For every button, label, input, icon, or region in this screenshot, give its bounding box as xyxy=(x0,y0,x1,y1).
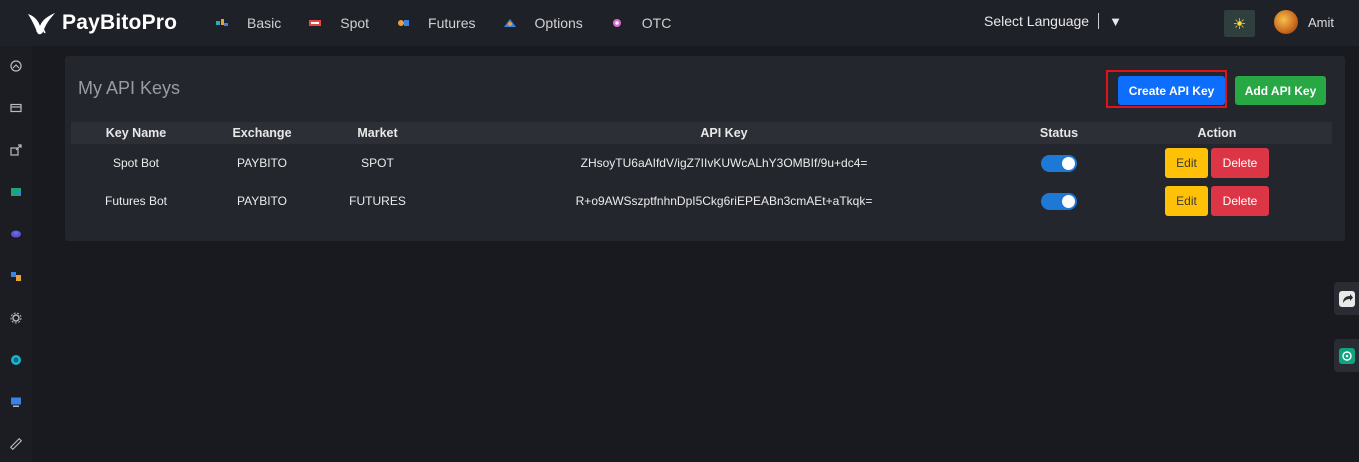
api-key-cell: R+o9AWSszptfnhnDpI5Ckg6riEPEABn3cmAEt+aT… xyxy=(575,194,873,208)
exchange-icon[interactable] xyxy=(10,270,22,282)
table-row: Futures Bot PAYBITO FUTURES R+o9AWSszptf… xyxy=(71,182,1332,220)
nav-item-options[interactable]: Options xyxy=(503,15,583,31)
transfer-icon[interactable] xyxy=(10,144,22,156)
sun-icon: ☀ xyxy=(1232,15,1247,33)
edit-button[interactable]: Edit xyxy=(1165,148,1208,178)
action-cell: Edit Delete xyxy=(1102,182,1332,220)
nav-item-basic[interactable]: Basic xyxy=(216,15,281,31)
column-header-market: Market xyxy=(357,126,398,140)
main-nav: Basic Spot Futures Options OTC xyxy=(216,0,699,46)
column-header-status: Status xyxy=(1039,126,1079,140)
add-api-key-button[interactable]: Add API Key xyxy=(1235,76,1326,105)
create-api-key-button[interactable]: Create API Key xyxy=(1118,76,1225,105)
basic-icon xyxy=(216,19,228,26)
nav-label-otc: OTC xyxy=(641,15,672,31)
status-cell xyxy=(1016,182,1102,220)
ruler-icon[interactable] xyxy=(10,438,22,450)
share-icon xyxy=(1338,290,1355,307)
nav-item-futures[interactable]: Futures xyxy=(397,15,476,31)
dashboard-icon[interactable] xyxy=(10,60,22,72)
chat-float-button[interactable] xyxy=(1334,339,1359,372)
futures-icon xyxy=(398,20,410,26)
market-cell: FUTURES xyxy=(349,194,406,208)
avatar[interactable] xyxy=(1274,10,1298,34)
chevron-down-icon: ▼ xyxy=(1109,13,1122,29)
theme-toggle-button[interactable]: ☀ xyxy=(1224,10,1255,37)
monitor-icon[interactable] xyxy=(10,396,22,408)
share-float-button[interactable] xyxy=(1334,282,1359,315)
nav-item-otc[interactable]: OTC xyxy=(611,15,672,31)
api-keys-table: Key Name Exchange Market API Key Status … xyxy=(71,122,1332,220)
delete-button[interactable]: Delete xyxy=(1211,186,1269,216)
column-header-api-key: API Key xyxy=(700,126,748,140)
sidebar xyxy=(0,46,32,462)
target-icon[interactable] xyxy=(10,354,22,366)
nav-item-spot[interactable]: Spot xyxy=(309,15,369,31)
otc-icon xyxy=(612,19,621,27)
exchange-cell: PAYBITO xyxy=(236,156,287,170)
options-icon xyxy=(503,19,516,27)
brand-logo[interactable]: PayBitoPro xyxy=(26,10,177,36)
column-header-key-name: Key Name xyxy=(105,126,167,140)
table-row: Spot Bot PAYBITO SPOT ZHsoyTU6aAIfdV/igZ… xyxy=(71,144,1332,182)
top-navbar: PayBitoPro Basic Spot Futures Options OT… xyxy=(0,0,1359,46)
api-keys-card: My API Keys Create API Key Add API Key K… xyxy=(65,56,1345,241)
column-header-exchange: Exchange xyxy=(232,126,292,140)
language-divider xyxy=(1098,13,1100,29)
status-toggle[interactable] xyxy=(1041,154,1077,172)
nav-label-options: Options xyxy=(534,15,583,31)
key-name-cell: Futures Bot xyxy=(104,194,168,208)
nav-label-spot: Spot xyxy=(340,15,370,31)
edit-button[interactable]: Edit xyxy=(1165,186,1208,216)
status-toggle[interactable] xyxy=(1041,192,1077,210)
exchange-cell: PAYBITO xyxy=(236,194,287,208)
language-label: Select Language xyxy=(984,13,1090,29)
market-cell: SPOT xyxy=(361,156,394,170)
wallet-icon[interactable] xyxy=(10,186,22,198)
nav-label-basic: Basic xyxy=(247,15,282,31)
language-selector[interactable]: Select Language ▼ xyxy=(984,13,1122,29)
page-title: My API Keys xyxy=(78,78,181,98)
spot-icon xyxy=(309,20,322,26)
bird-logo-icon xyxy=(28,13,55,35)
nav-label-futures: Futures xyxy=(428,15,476,31)
action-cell: Edit Delete xyxy=(1102,144,1332,182)
brand-name: PayBitoPro xyxy=(62,11,178,34)
status-cell xyxy=(1016,144,1102,182)
table-header-row: Key Name Exchange Market API Key Status … xyxy=(71,122,1332,144)
gear-icon[interactable] xyxy=(10,312,22,324)
chat-assistant-icon xyxy=(1338,347,1355,364)
card-icon[interactable] xyxy=(10,102,22,114)
column-header-action: Action xyxy=(1197,126,1237,140)
delete-button[interactable]: Delete xyxy=(1211,148,1269,178)
api-key-cell: ZHsoyTU6aAIfdV/igZ7IIvKUWcALhY3OMBIf/9u+… xyxy=(580,156,868,170)
key-name-cell: Spot Bot xyxy=(112,156,160,170)
globe-icon[interactable] xyxy=(10,228,22,240)
user-name[interactable]: Amit xyxy=(1308,15,1334,30)
